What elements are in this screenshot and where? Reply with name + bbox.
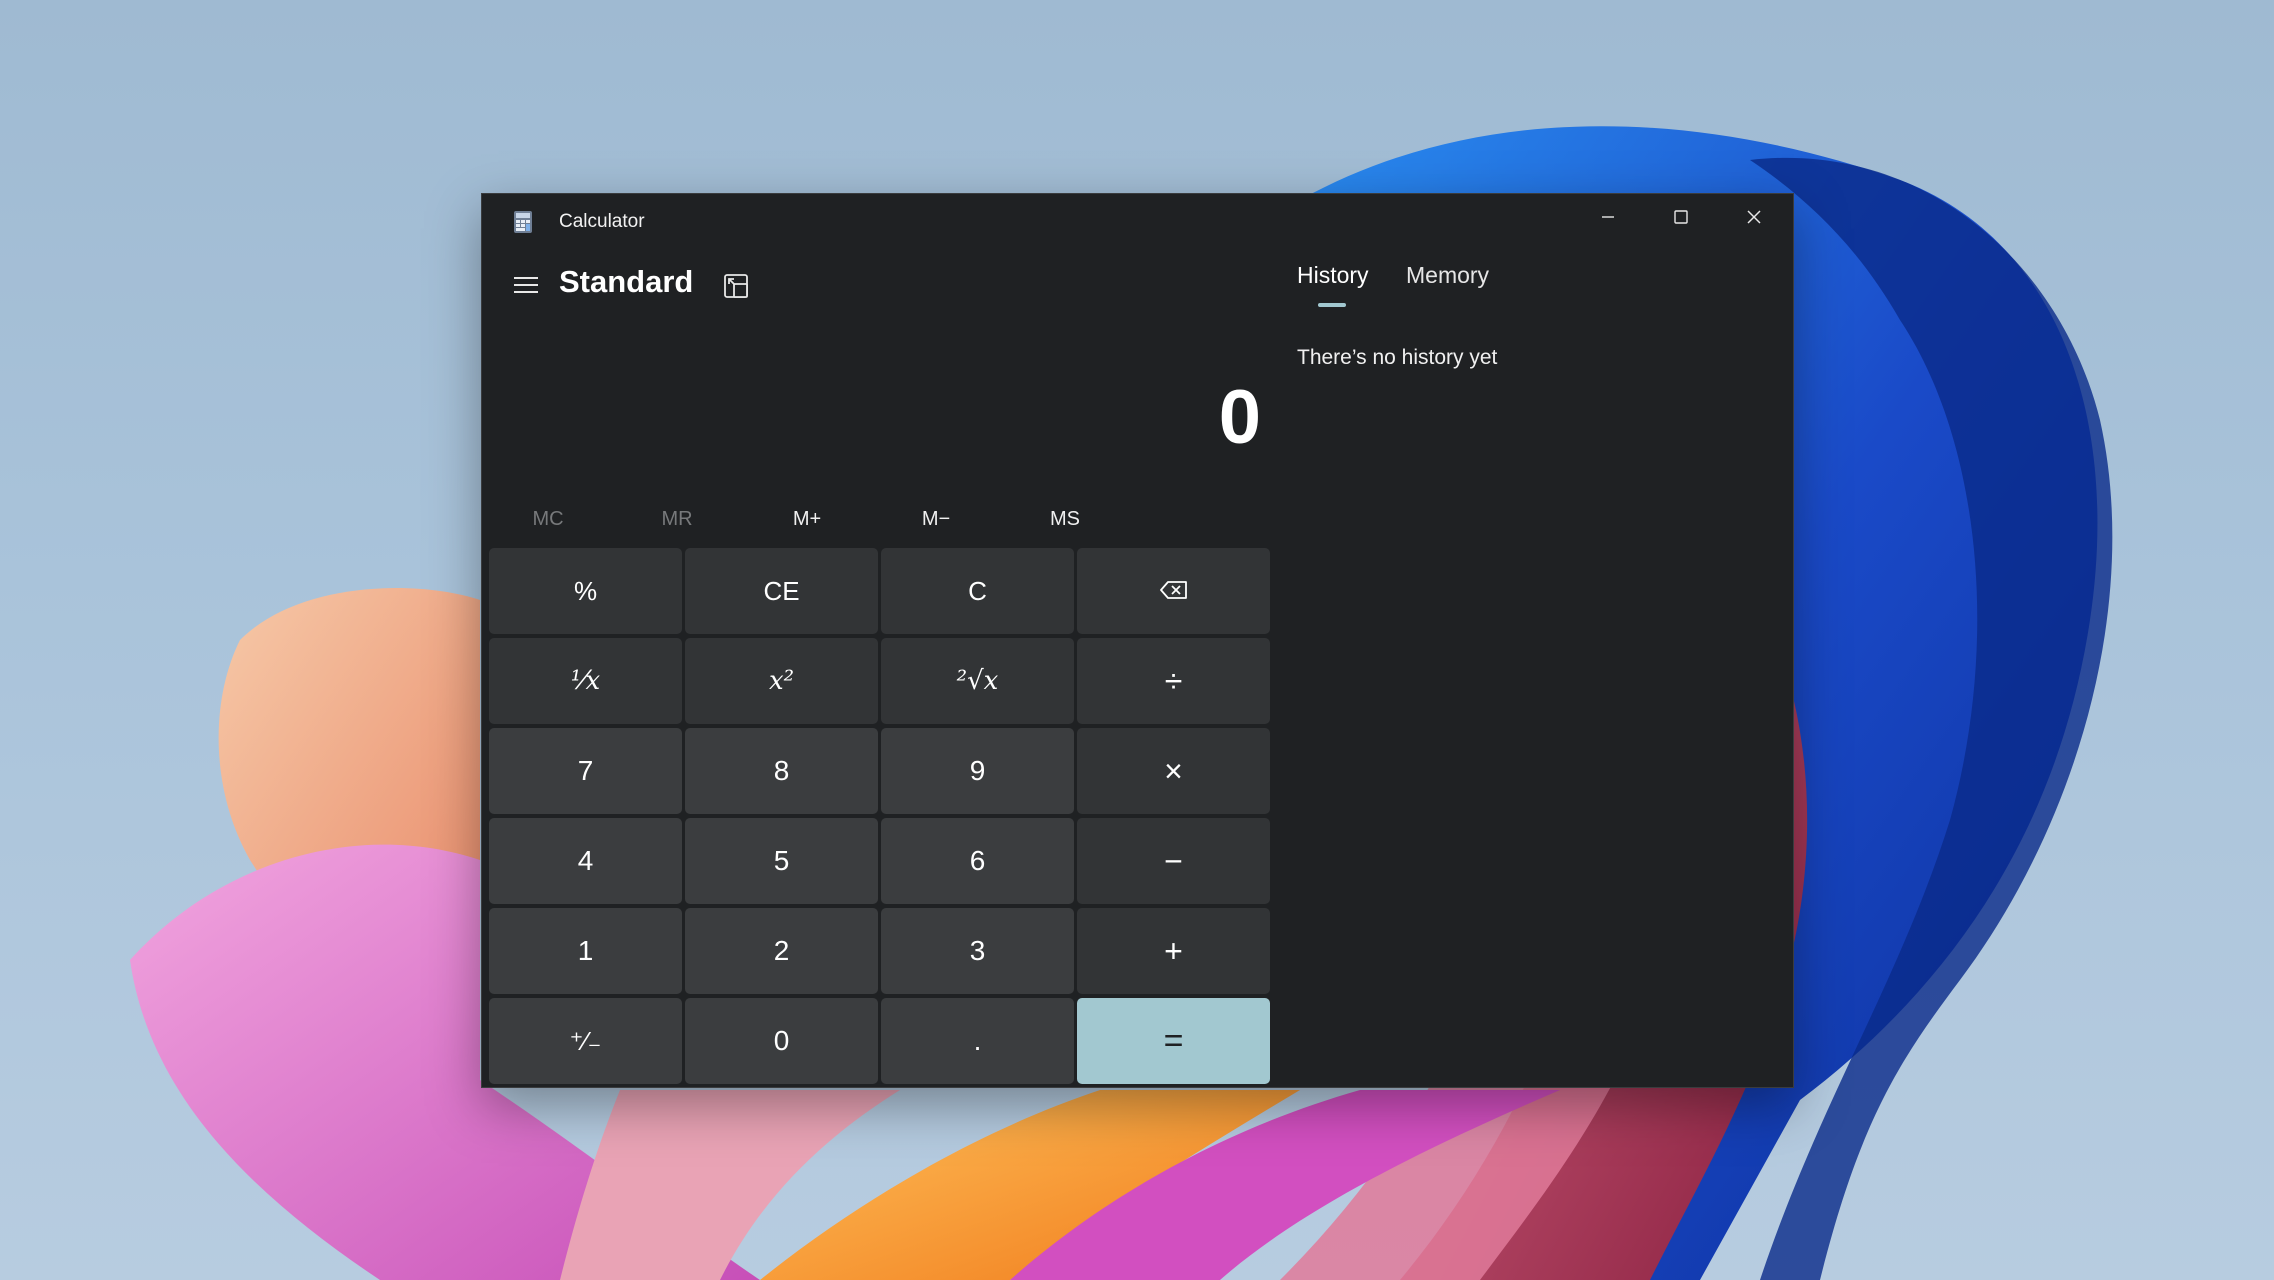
memory-subtract-button[interactable]: M− bbox=[891, 494, 981, 544]
digit-4-button[interactable]: 4 bbox=[489, 818, 682, 904]
digit-0-button[interactable]: 0 bbox=[685, 998, 878, 1084]
percent-button[interactable]: % bbox=[489, 548, 682, 634]
maximize-icon bbox=[1673, 209, 1689, 230]
divide-button[interactable]: ÷ bbox=[1077, 638, 1270, 724]
memory-recall-button[interactable]: MR bbox=[632, 494, 722, 544]
minus-button[interactable]: − bbox=[1077, 818, 1270, 904]
digit-2-button[interactable]: 2 bbox=[685, 908, 878, 994]
memory-store-button[interactable]: MS bbox=[1020, 494, 1110, 544]
minimize-icon bbox=[1600, 209, 1616, 230]
digit-8-button[interactable]: 8 bbox=[685, 728, 878, 814]
digit-6-button[interactable]: 6 bbox=[881, 818, 1074, 904]
close-icon bbox=[1745, 208, 1763, 231]
keep-on-top-button[interactable] bbox=[716, 268, 756, 308]
memory-clear-button[interactable]: MC bbox=[503, 494, 593, 544]
reciprocal-button[interactable]: ¹⁄x bbox=[489, 638, 682, 724]
desktop: Calculator Standard 0 MC MR M+ M− MS % C… bbox=[0, 0, 2274, 1280]
history-empty-message: There’s no history yet bbox=[1297, 346, 1498, 369]
history-panel: History Memory There’s no history yet bbox=[1272, 250, 1793, 1087]
display-value: 0 bbox=[1218, 375, 1261, 460]
digit-1-button[interactable]: 1 bbox=[489, 908, 682, 994]
negate-button[interactable]: ⁺⁄₋ bbox=[489, 998, 682, 1084]
digit-7-button[interactable]: 7 bbox=[489, 728, 682, 814]
tab-history[interactable]: History bbox=[1297, 262, 1369, 289]
backspace-icon bbox=[1159, 576, 1188, 607]
active-tab-indicator bbox=[1318, 303, 1346, 307]
calculator-icon bbox=[514, 211, 532, 233]
digit-9-button[interactable]: 9 bbox=[881, 728, 1074, 814]
title-bar[interactable]: Calculator bbox=[482, 194, 1793, 250]
minimize-button[interactable] bbox=[1572, 194, 1644, 244]
memory-add-button[interactable]: M+ bbox=[762, 494, 852, 544]
keep-on-top-icon bbox=[723, 273, 749, 304]
hamburger-icon bbox=[513, 275, 539, 300]
tab-memory[interactable]: Memory bbox=[1406, 262, 1489, 289]
multiply-button[interactable]: × bbox=[1077, 728, 1270, 814]
close-button[interactable] bbox=[1718, 194, 1790, 244]
plus-button[interactable]: + bbox=[1077, 908, 1270, 994]
backspace-button[interactable] bbox=[1077, 548, 1270, 634]
decimal-button[interactable]: . bbox=[881, 998, 1074, 1084]
calculator-window: Calculator Standard 0 MC MR M+ M− MS % C… bbox=[481, 193, 1794, 1088]
keypad: % CE C ¹⁄x x² ²√x ÷ 7 8 9 × 4 5 6 − 1 2 … bbox=[489, 548, 1277, 1084]
square-root-button[interactable]: ²√x bbox=[881, 638, 1074, 724]
mode-title: Standard bbox=[559, 264, 694, 299]
maximize-button[interactable] bbox=[1645, 194, 1717, 244]
square-button[interactable]: x² bbox=[685, 638, 878, 724]
window-title: Calculator bbox=[559, 211, 645, 232]
equals-button[interactable]: = bbox=[1077, 998, 1270, 1084]
clear-button[interactable]: C bbox=[881, 548, 1074, 634]
memory-row: MC MR M+ M− MS bbox=[482, 494, 1272, 544]
digit-5-button[interactable]: 5 bbox=[685, 818, 878, 904]
clear-entry-button[interactable]: CE bbox=[685, 548, 878, 634]
navigation-menu-button[interactable] bbox=[506, 267, 546, 307]
digit-3-button[interactable]: 3 bbox=[881, 908, 1074, 994]
